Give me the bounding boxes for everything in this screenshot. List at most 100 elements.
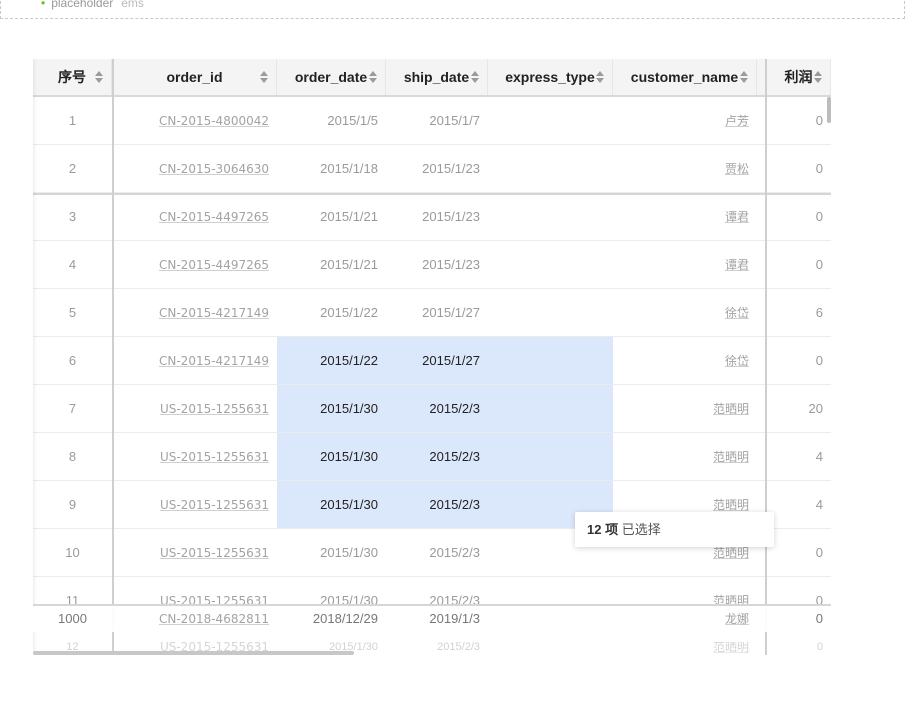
cell-idx[interactable]: 7 <box>33 385 112 432</box>
cell-ship_date[interactable]: 2015/2/3 <box>386 529 488 576</box>
cell-order_date[interactable]: 2015/1/22 <box>277 337 386 384</box>
cell-customer_name[interactable]: 龙娜 <box>613 606 757 632</box>
cell-profit[interactable]: 6 <box>767 289 831 336</box>
cell-text[interactable]: 范晒明 <box>713 450 749 464</box>
sort-icon[interactable] <box>95 71 103 83</box>
cell-express_type[interactable] <box>488 289 613 336</box>
cell-idx[interactable]: 4 <box>33 241 112 288</box>
cell-idx[interactable]: 8 <box>33 433 112 480</box>
cell-ship_date[interactable]: 2015/1/27 <box>386 289 488 336</box>
cell-customer_name[interactable]: 谭君 <box>613 193 757 240</box>
cell-text[interactable]: CN-2015-3064630 <box>159 162 269 176</box>
table-row[interactable]: 3 CN-2015-4497265 2015/1/21 2015/1/23 谭君 0 <box>33 193 831 241</box>
cell-text[interactable]: CN-2015-4800042 <box>159 114 269 128</box>
cell-profit[interactable]: 4 <box>767 433 831 480</box>
cell-idx[interactable]: 6 <box>33 337 112 384</box>
cell-express_type[interactable] <box>488 241 613 288</box>
cell-profit[interactable]: 0 <box>767 145 831 192</box>
table-row[interactable]: 4 CN-2015-4497265 2015/1/21 2015/1/23 谭君 0 <box>33 241 831 289</box>
cell-order_date[interactable]: 2015/1/18 <box>277 145 386 192</box>
sort-icon[interactable] <box>369 71 377 83</box>
frozen-bottom-row[interactable]: 1000 CN-2018-4682811 2018/12/29 2019/1/3 龙娜 0 <box>33 606 831 632</box>
cell-order_id[interactable]: CN-2015-3064630 <box>113 145 277 192</box>
column-header-order_date[interactable]: order_date <box>277 59 386 95</box>
cell-text[interactable]: 卢芳 <box>725 114 749 128</box>
cell-profit[interactable]: 0 <box>767 337 831 384</box>
sort-icon[interactable] <box>814 71 822 83</box>
cell-customer_name[interactable]: 范晒明 <box>613 433 757 480</box>
cell-idx[interactable]: 9 <box>33 481 112 528</box>
cell-idx[interactable]: 5 <box>33 289 112 336</box>
cell-profit[interactable]: 0 <box>767 241 831 288</box>
cell-profit[interactable]: 4 <box>767 481 831 528</box>
column-header-profit[interactable]: 利润 <box>767 59 831 95</box>
cell-idx[interactable]: 1000 <box>33 606 112 632</box>
cell-customer_name[interactable]: 范晒明 <box>613 385 757 432</box>
cell-text[interactable]: US-2015-1255631 <box>160 402 269 416</box>
cell-express_type[interactable] <box>488 433 613 480</box>
cell-ship_date[interactable]: 2015/1/27 <box>386 337 488 384</box>
cell-profit[interactable]: 0 <box>767 97 831 144</box>
cell-order_id[interactable]: US-2015-1255631 <box>113 481 277 528</box>
cell-order_id[interactable]: US-2015-1255631 <box>113 529 277 576</box>
cell-ship_date[interactable]: 2015/2/3 <box>386 642 488 655</box>
cell-text[interactable]: 徐岱 <box>725 354 749 368</box>
cell-text[interactable]: CN-2015-4497265 <box>159 210 269 224</box>
cell-order_id[interactable]: CN-2015-4800042 <box>113 97 277 144</box>
cell-ship_date[interactable]: 2015/1/23 <box>386 193 488 240</box>
cell-text[interactable]: 龙娜 <box>725 612 749 626</box>
cell-order_date[interactable]: 2015/1/5 <box>277 97 386 144</box>
cell-customer_name[interactable]: 谭君 <box>613 241 757 288</box>
cell-order_id[interactable]: CN-2015-4217149 <box>113 337 277 384</box>
cell-text[interactable]: 范晒明 <box>713 498 749 512</box>
cell-idx[interactable]: 10 <box>33 529 112 576</box>
cell-order_date[interactable]: 2015/1/30 <box>277 481 386 528</box>
cell-text[interactable]: 范晒明 <box>713 546 749 560</box>
cell-profit[interactable]: 0 <box>767 529 831 576</box>
cell-express_type[interactable] <box>488 97 613 144</box>
cell-express_type[interactable] <box>488 385 613 432</box>
column-header-ship_date[interactable]: ship_date <box>386 59 488 95</box>
cell-customer_name[interactable]: 范晒明 <box>613 642 757 655</box>
column-header-idx[interactable]: 序号 <box>33 59 112 95</box>
cell-text[interactable]: 范晒明 <box>713 642 749 654</box>
cell-text[interactable]: CN-2015-4217149 <box>159 306 269 320</box>
sort-icon[interactable] <box>471 71 479 83</box>
sort-icon[interactable] <box>260 71 268 83</box>
cell-express_type[interactable] <box>488 145 613 192</box>
data-table[interactable]: 序号 order_id order_date ship_date express_typ… <box>33 59 831 655</box>
cell-order_date[interactable]: 2018/12/29 <box>277 606 386 632</box>
cell-text[interactable]: CN-2018-4682811 <box>159 612 269 626</box>
cell-profit[interactable]: 20 <box>767 385 831 432</box>
sort-icon[interactable] <box>740 71 748 83</box>
cell-order_date[interactable]: 2015/1/30 <box>277 385 386 432</box>
cell-order_date[interactable]: 2015/1/30 <box>277 433 386 480</box>
cell-express_type[interactable] <box>488 642 613 655</box>
cell-text[interactable]: 贾松 <box>725 162 749 176</box>
cell-text[interactable]: 谭君 <box>725 210 749 224</box>
cell-express_type[interactable] <box>488 337 613 384</box>
table-row[interactable]: 7 US-2015-1255631 2015/1/30 2015/2/3 范晒明 20 <box>33 385 831 433</box>
cell-order_id[interactable]: US-2015-1255631 <box>113 385 277 432</box>
table-row[interactable]: 8 US-2015-1255631 2015/1/30 2015/2/3 范晒明 4 <box>33 433 831 481</box>
sort-icon[interactable] <box>596 71 604 83</box>
cell-ship_date[interactable]: 2015/2/3 <box>386 385 488 432</box>
cell-order_id[interactable]: CN-2015-4497265 <box>113 241 277 288</box>
column-header-customer_name[interactable]: customer_name <box>613 59 757 95</box>
cell-order_date[interactable]: 2015/1/21 <box>277 193 386 240</box>
cell-idx[interactable]: 3 <box>33 193 112 240</box>
cell-ship_date[interactable]: 2015/2/3 <box>386 481 488 528</box>
cell-text[interactable]: 谭君 <box>725 258 749 272</box>
table-row[interactable]: 2 CN-2015-3064630 2015/1/18 2015/1/23 贾松 0 <box>33 145 831 193</box>
cell-idx[interactable]: 2 <box>33 145 112 192</box>
cell-text[interactable]: CN-2015-4497265 <box>159 258 269 272</box>
cell-express_type[interactable] <box>488 193 613 240</box>
column-header-order_id[interactable]: order_id <box>113 59 277 95</box>
cell-customer_name[interactable]: 贾松 <box>613 145 757 192</box>
cell-express_type[interactable] <box>488 606 613 632</box>
vertical-scrollbar[interactable] <box>827 97 831 123</box>
table-row[interactable]: 1 CN-2015-4800042 2015/1/5 2015/1/7 卢芳 0 <box>33 97 831 145</box>
cell-order_id[interactable]: CN-2015-4497265 <box>113 193 277 240</box>
cell-ship_date[interactable]: 2019/1/3 <box>386 606 488 632</box>
cell-ship_date[interactable]: 2015/1/23 <box>386 145 488 192</box>
